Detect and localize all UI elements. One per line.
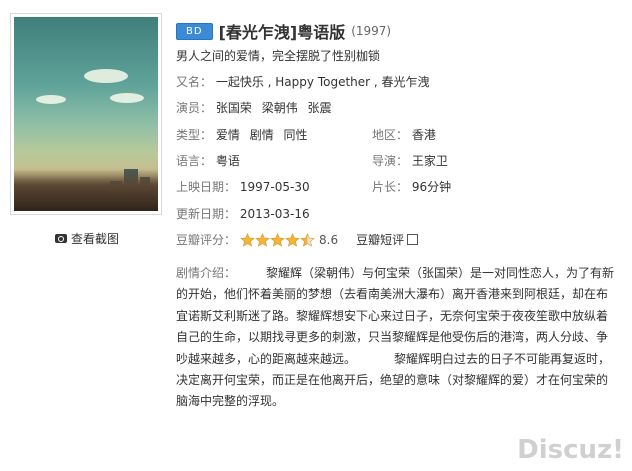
star-icon	[300, 232, 315, 247]
cast-link[interactable]: 张国荣	[216, 101, 252, 115]
language-row: 语言： 粤语	[176, 152, 246, 169]
camera-icon	[55, 234, 67, 243]
aka-row: 又名： 一起快乐 , Happy Together , 春光乍洩	[176, 73, 430, 90]
region-label: 地区：	[372, 128, 409, 142]
cast-link[interactable]: 梁朝伟	[262, 101, 298, 115]
poster-frame[interactable]	[10, 13, 162, 215]
douban-review-link[interactable]: 豆瓣短评	[356, 231, 419, 248]
rating-stars	[240, 232, 315, 247]
poster-cloud	[36, 95, 66, 104]
language-label: 语言：	[176, 154, 213, 168]
watermark-logo: Discuz!	[517, 435, 624, 465]
title-row: BD [春光乍洩]粤语版 (1997)	[176, 19, 391, 43]
synopsis: 剧情介绍： 黎耀辉（梁朝伟）与何宝荣（张国荣）是一对同性恋人，为了有新的开始，他们…	[176, 263, 618, 413]
rating-row: 豆瓣评分： 8.6 豆瓣短评	[176, 231, 419, 248]
view-screenshots-link[interactable]: 查看截图	[55, 230, 119, 247]
region-row: 地区： 香港	[372, 126, 442, 143]
region-link[interactable]: 香港	[412, 128, 436, 142]
release-row: 上映日期： 1997-05-30	[176, 178, 310, 195]
length-label: 片长：	[372, 180, 409, 194]
language-link[interactable]: 粤语	[216, 154, 240, 168]
genre-row: 类型： 爱情 剧情 同性	[176, 126, 314, 143]
quality-badge: BD	[176, 22, 213, 40]
rating-score: 8.6	[319, 232, 339, 247]
star-icon	[270, 232, 285, 247]
view-screenshots-label: 查看截图	[71, 232, 120, 246]
aka-value: 一起快乐 , Happy Together , 春光乍洩	[215, 75, 430, 89]
star-icon	[255, 232, 270, 247]
star-icon	[240, 232, 255, 247]
length-value: 96分钟	[411, 180, 452, 194]
director-link[interactable]: 王家卫	[412, 154, 448, 168]
rating-label: 豆瓣评分：	[176, 233, 237, 247]
updated-label: 更新日期：	[176, 207, 237, 221]
cast-link[interactable]: 张震	[308, 101, 332, 115]
star-icon	[285, 232, 300, 247]
length-row: 片长： 96分钟	[372, 178, 451, 195]
douban-review-label: 豆瓣短评	[356, 233, 405, 247]
release-value: 1997-05-30	[239, 180, 310, 194]
cast-row: 演员： 张国荣 梁朝伟 张震	[176, 99, 338, 116]
watermark-brand: Discuz!	[517, 435, 624, 465]
updated-row: 更新日期： 2013-03-16	[176, 205, 310, 222]
genre-link[interactable]: 爱情	[216, 128, 240, 142]
poster-rooftop	[14, 169, 158, 211]
aka-label: 又名：	[176, 75, 213, 89]
genre-link[interactable]: 剧情	[250, 128, 274, 142]
genre-link[interactable]: 同性	[284, 128, 308, 142]
poster-cloud	[84, 69, 128, 83]
updated-value: 2013-03-16	[239, 207, 310, 221]
external-link-icon	[407, 234, 419, 245]
movie-year: (1997)	[351, 24, 392, 38]
tagline: 男人之间的爱情，完全摆脱了性别枷锁	[176, 49, 381, 63]
director-row: 导演： 王家卫	[372, 152, 454, 169]
movie-title[interactable]: [春光乍洩]粤语版	[219, 19, 346, 43]
director-label: 导演：	[372, 154, 409, 168]
movie-poster[interactable]	[14, 17, 158, 211]
genre-label: 类型：	[176, 128, 213, 142]
cast-label: 演员：	[176, 101, 213, 115]
synopsis-label: 剧情介绍：	[176, 266, 237, 280]
poster-cloud	[110, 93, 144, 103]
release-label: 上映日期：	[176, 180, 237, 194]
